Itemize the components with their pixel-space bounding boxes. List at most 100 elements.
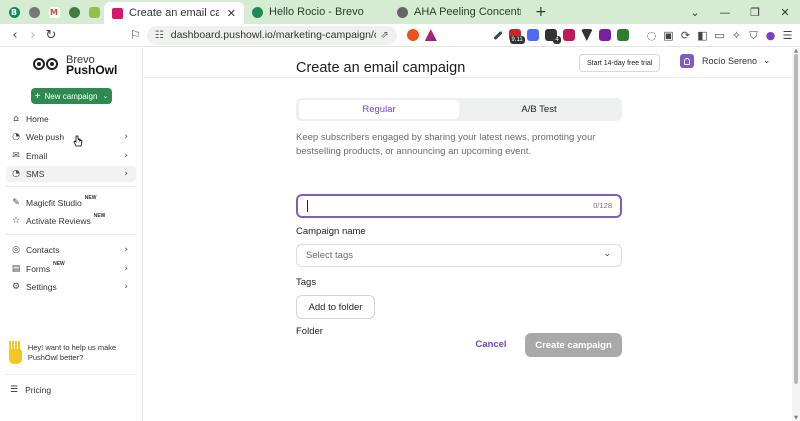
sidebar-icon[interactable]: ◧	[694, 29, 711, 42]
nav-buttons: ‹ › ↻	[0, 28, 60, 43]
add-to-folder-button[interactable]: Add to folder	[296, 295, 375, 319]
address-bar[interactable]: ☷ dashboard.pushowl.io/marketing-campaig…	[146, 25, 397, 45]
cancel-button[interactable]: Cancel	[468, 334, 514, 354]
close-tab-icon[interactable]: ✕	[227, 7, 236, 20]
divider	[6, 186, 136, 187]
tab-label: Create an email campaign - Push	[129, 7, 219, 19]
shield-icon[interactable]: ⛉	[745, 29, 762, 43]
sidebar-item-label: Settings	[26, 282, 57, 292]
campaign-name-input[interactable]	[306, 196, 566, 216]
free-trial-button[interactable]: Start 14-day free trial	[579, 54, 661, 72]
sidebar-item-web-push[interactable]: ◔ Web push ›	[6, 129, 136, 145]
share-icon[interactable]: ⇗	[380, 30, 388, 41]
sidebar-item-sms[interactable]: ◔ SMS ›	[6, 166, 136, 182]
divider	[6, 374, 136, 375]
ext-layers-icon[interactable]: 4	[544, 29, 561, 44]
sidebar-item-pricing[interactable]: ☰ Pricing	[10, 385, 51, 395]
reload-icon[interactable]: ↻	[42, 28, 60, 43]
site-info-icon[interactable]: ☷	[155, 30, 164, 41]
pinned-tab-globe[interactable]	[64, 0, 84, 24]
raised-hand-icon	[6, 340, 22, 366]
calendar-icon[interactable]: ▣	[660, 29, 677, 42]
star-icon: ☆	[11, 216, 21, 226]
menu-icon[interactable]: ☰	[779, 29, 796, 42]
user-avatar-icon	[680, 54, 694, 68]
new-tab-button[interactable]: +	[535, 4, 547, 20]
pinned-tab-chrome[interactable]	[24, 0, 44, 24]
chevron-right-icon: ›	[124, 151, 128, 161]
extensions: 9.11 4	[406, 29, 635, 44]
pinned-tab-gmail[interactable]: M	[44, 0, 64, 24]
sidebar-item-label: Magicfit Studio	[26, 198, 82, 208]
tab-aha-peeling[interactable]: AHA Peeling Concentrate - Exfoliati	[389, 0, 529, 24]
minimize-icon[interactable]: —	[710, 6, 740, 19]
chevron-right-icon: ›	[124, 132, 128, 142]
sidebar-item-home[interactable]: ⌂ Home	[6, 111, 136, 127]
tags-placeholder: Select tags	[306, 250, 353, 261]
sync-icon[interactable]: ⟳	[677, 29, 694, 42]
bookmark-icon[interactable]: ⚐	[130, 28, 141, 42]
new-campaign-button[interactable]: + New campaign ⌄	[31, 88, 112, 104]
ext-m-icon[interactable]	[526, 29, 539, 41]
sidebar-item-activate-reviews[interactable]: ☆ Activate Reviews NEW	[6, 213, 136, 229]
chat-icon[interactable]: ◌	[643, 29, 660, 42]
pinned-tab-brevo[interactable]: B	[4, 0, 24, 24]
brand-logo[interactable]: Brevo PushOwl	[32, 54, 117, 76]
feedback-text: Hey! want to help us make PushOwl better…	[27, 343, 117, 362]
close-window-icon[interactable]: ✕	[770, 6, 800, 19]
chevron-down-icon: ⌄	[763, 56, 771, 66]
new-badge: NEW	[93, 213, 106, 219]
sidebar-item-forms[interactable]: ▤ Forms NEW ›	[6, 261, 136, 277]
ext-arrow-icon[interactable]	[580, 29, 593, 41]
profile-icon[interactable]: ●	[762, 29, 779, 42]
forward-icon[interactable]: ›	[24, 28, 42, 43]
sidebar-item-email[interactable]: ✉ Email ›	[6, 148, 136, 164]
sparkle-icon[interactable]: ✧	[728, 29, 745, 42]
chrome-icon	[28, 6, 40, 18]
feedback-prompt[interactable]: Hey! want to help us make PushOwl better…	[6, 340, 136, 366]
campaign-name-label: Campaign name	[296, 226, 366, 237]
character-counter: 0/128	[593, 201, 612, 210]
create-campaign-button[interactable]: Create campaign	[525, 333, 622, 357]
campaign-description: Keep subscribers engaged by sharing your…	[296, 132, 596, 157]
url-text: dashboard.pushowl.io/marketing-campaign/…	[170, 29, 377, 41]
ext-download-icon[interactable]	[562, 29, 575, 41]
divider	[6, 234, 136, 235]
magic-icon: ✎	[12, 198, 20, 208]
sidebar-item-label: Pricing	[25, 385, 52, 395]
scroll-down-icon[interactable]: ▼	[792, 415, 800, 421]
tab-create-email-campaign[interactable]: Create an email campaign - Push ✕	[104, 2, 244, 24]
sidebar-item-label: Email	[26, 151, 48, 161]
pinned-tab-shopify[interactable]	[84, 0, 104, 24]
globe-favicon-icon	[397, 6, 408, 18]
pen-icon[interactable]	[493, 30, 503, 40]
new-campaign-label: New campaign	[44, 91, 98, 101]
back-icon[interactable]: ‹	[6, 28, 24, 43]
pushowl-favicon-icon	[112, 7, 123, 19]
chevron-right-icon: ›	[124, 169, 128, 179]
tab-regular[interactable]: Regular	[299, 100, 459, 119]
sidebar-item-contacts[interactable]: ◎ Contacts ›	[6, 242, 136, 258]
ext-s-icon[interactable]	[616, 29, 629, 41]
tab-ab-test[interactable]: A/B Test	[459, 100, 619, 119]
tags-label: Tags	[296, 277, 317, 288]
tab-search-icon[interactable]: ⌄	[680, 6, 710, 19]
ext-red-icon[interactable]: 9.11	[508, 29, 525, 44]
wallet-icon[interactable]: ▭	[711, 29, 728, 42]
contacts-icon: ◎	[12, 245, 20, 255]
maximize-icon[interactable]: ❐	[740, 6, 770, 19]
sidebar-item-settings[interactable]: ⚙ Settings ›	[6, 279, 136, 295]
sidebar-item-magicfit-studio[interactable]: ✎ Magicfit Studio NEW	[6, 195, 136, 211]
scrollbar-thumb[interactable]	[794, 54, 798, 384]
tags-select[interactable]: Select tags ⌄	[296, 244, 622, 267]
tab-label: Hello Rocio - Brevo	[269, 6, 364, 18]
shopify-icon	[88, 6, 100, 18]
gmail-icon: M	[48, 6, 60, 18]
triangle-icon[interactable]	[424, 29, 437, 41]
user-menu[interactable]: Rocío Sereno ⌄	[680, 54, 771, 68]
campaign-name-field[interactable]: 0/128	[296, 194, 622, 218]
tab-hello-rocio-brevo[interactable]: Hello Rocio - Brevo	[244, 0, 389, 24]
page-scrollbar[interactable]: ▲ ▼	[792, 48, 800, 421]
brave-shield-icon[interactable]	[406, 29, 419, 41]
ext-shield-icon[interactable]	[598, 29, 611, 41]
